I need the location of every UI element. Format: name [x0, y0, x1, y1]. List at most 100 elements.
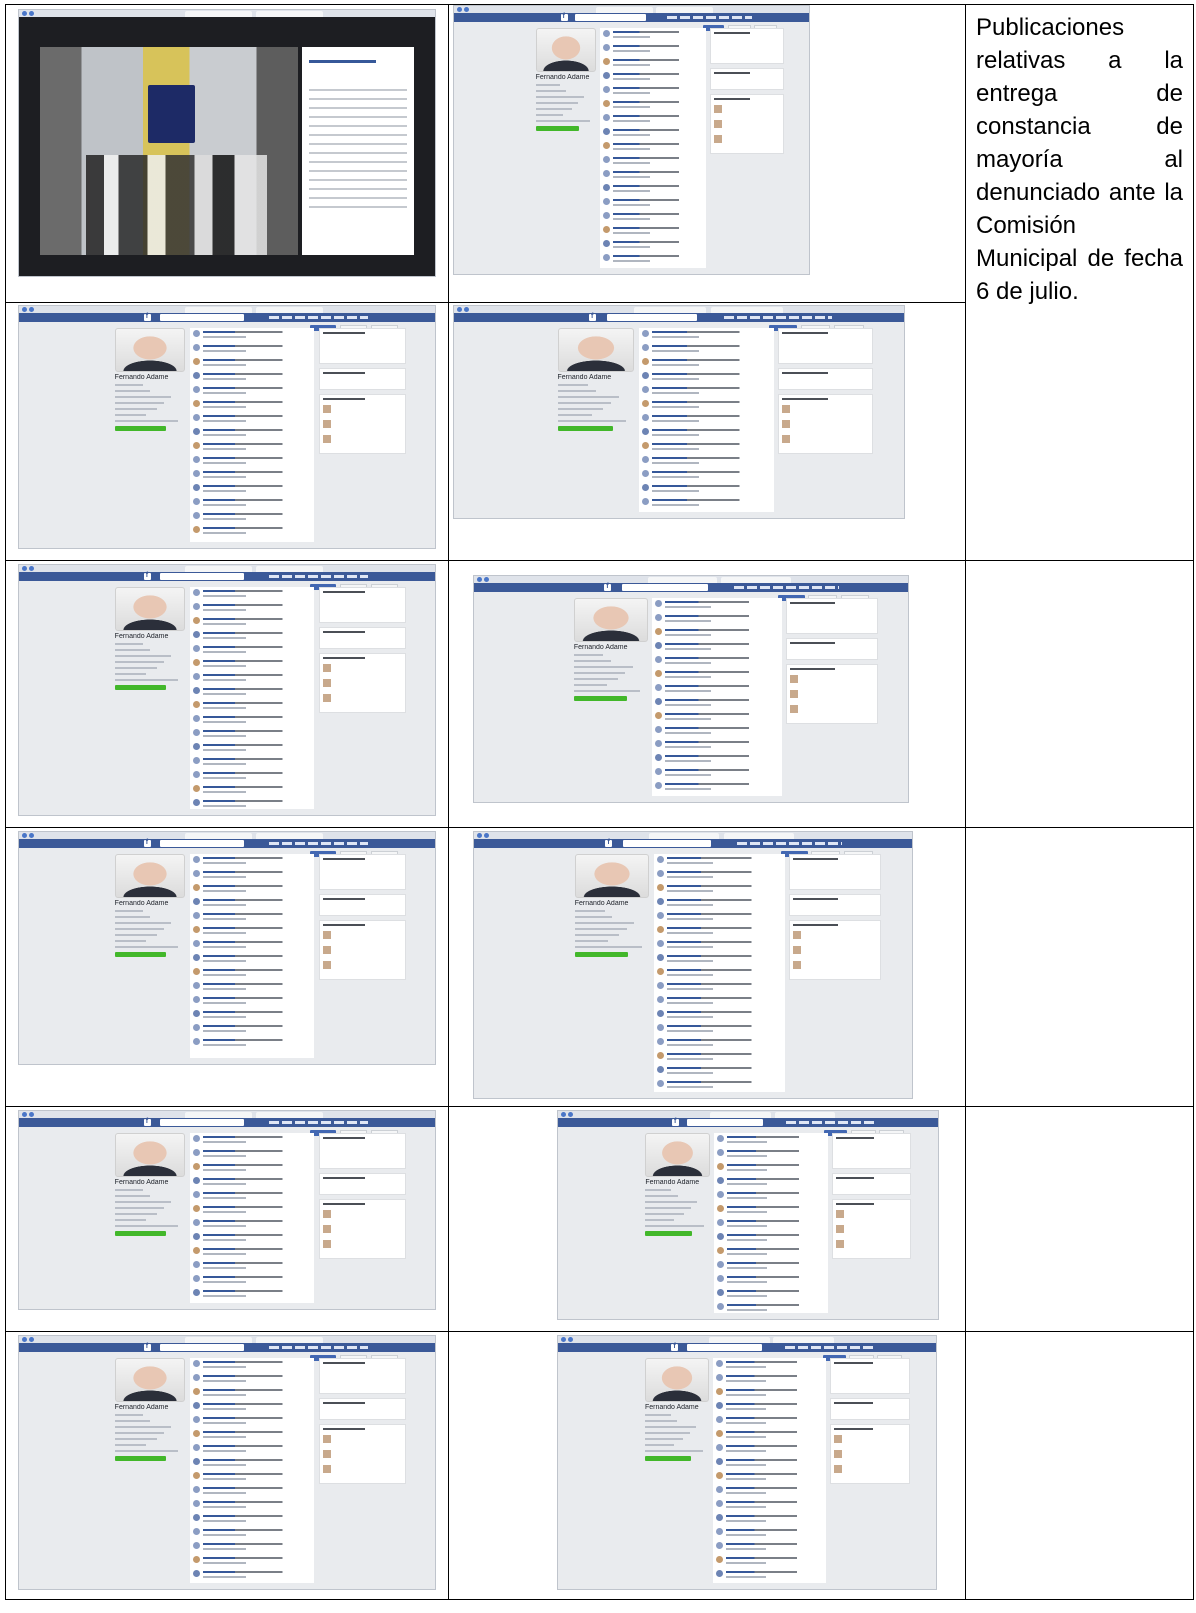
avatar — [114, 1358, 186, 1402]
topbar-nav — [268, 1121, 369, 1124]
facebook-topbar — [454, 313, 904, 322]
comment-row — [190, 797, 315, 809]
comment-row — [190, 896, 315, 910]
browser-chrome — [19, 10, 435, 17]
comment-row — [190, 1358, 315, 1372]
comment-row — [190, 454, 315, 468]
comment-row — [190, 398, 315, 412]
facebook-logo-icon — [143, 839, 151, 847]
profile-name: Fernando Adame — [535, 74, 590, 81]
comment-row — [190, 980, 315, 994]
profile-column: Fernando Adame — [644, 1358, 710, 1461]
empty-cell — [965, 827, 1194, 1107]
comment-row — [652, 710, 782, 724]
info-column — [830, 1358, 910, 1583]
facebook-screenshot — [18, 9, 436, 277]
forward-icon — [568, 1112, 573, 1117]
caption-cell: Publicaciones relativas a la entrega de … — [965, 4, 1194, 561]
screenshot-cell: Fernando Adame — [448, 4, 966, 303]
comment-row — [639, 468, 774, 482]
avatar — [574, 854, 650, 898]
comment-row — [713, 1414, 826, 1428]
comment-row — [600, 196, 707, 210]
comment-row — [190, 854, 315, 868]
comment-row — [652, 668, 782, 682]
comment-row — [600, 28, 707, 42]
back-icon — [477, 833, 482, 838]
comment-row — [639, 342, 774, 356]
facebook-logo-icon — [672, 1118, 679, 1126]
comment-row — [190, 412, 315, 426]
comment-row — [190, 1022, 315, 1036]
comment-row — [190, 384, 315, 398]
comment-row — [600, 210, 707, 224]
page-nav — [573, 654, 648, 692]
browser-chrome — [19, 1336, 435, 1343]
create-page-button — [114, 1456, 166, 1461]
profile-name: Fernando Adame — [644, 1404, 699, 1411]
forward-icon — [29, 11, 34, 16]
comment-row — [713, 1470, 826, 1484]
page-nav — [557, 384, 635, 422]
comment-row — [190, 657, 315, 671]
search-input — [687, 1119, 764, 1126]
comment-row — [639, 412, 774, 426]
browser-chrome — [19, 306, 435, 313]
comment-row — [714, 1217, 828, 1231]
comment-row — [652, 696, 782, 710]
comment-row — [652, 682, 782, 696]
browser-chrome — [558, 1336, 936, 1343]
comment-row — [190, 1036, 315, 1050]
comment-row — [190, 868, 315, 882]
forward-icon — [29, 1337, 34, 1342]
comment-row — [600, 182, 707, 196]
screenshot-cell: Fernando Adame — [5, 560, 449, 828]
search-input — [607, 314, 697, 321]
comment-row — [190, 1008, 315, 1022]
back-icon — [561, 1112, 566, 1117]
comment-row — [190, 1372, 315, 1386]
facebook-logo-icon — [143, 313, 151, 321]
back-icon — [477, 577, 482, 582]
info-column — [709, 28, 785, 268]
comment-row — [190, 741, 315, 755]
screenshot-cell: Fernando Adame — [5, 1331, 449, 1600]
comment-row — [713, 1526, 826, 1540]
comment-row — [600, 140, 707, 154]
facebook-topbar — [19, 572, 435, 581]
comment-row — [652, 766, 782, 780]
comment-row — [654, 1008, 785, 1022]
comment-row — [190, 727, 315, 741]
search-input — [160, 314, 244, 321]
back-icon — [22, 566, 27, 571]
forward-icon — [484, 577, 489, 582]
comment-row — [190, 1273, 315, 1287]
avatar — [114, 854, 186, 898]
comment-row — [600, 126, 707, 140]
profile-column: Fernando Adame — [645, 1133, 710, 1236]
comment-row — [654, 924, 785, 938]
comment-row — [190, 713, 315, 727]
comment-row — [654, 882, 785, 896]
facebook-screenshot: Fernando Adame — [18, 1110, 436, 1310]
comment-row — [654, 994, 785, 1008]
page-nav — [574, 910, 649, 948]
info-column — [778, 328, 873, 512]
comments-list — [599, 28, 707, 268]
info-column — [318, 328, 406, 542]
search-input — [574, 14, 646, 21]
screenshot-cell: Fernando Adame — [448, 560, 966, 828]
comment-row — [190, 1231, 315, 1245]
browser-chrome — [19, 1111, 435, 1118]
info-column — [318, 854, 406, 1058]
comment-row — [654, 1064, 785, 1078]
comment-row — [190, 783, 315, 797]
comment-row — [190, 1498, 315, 1512]
topbar-nav — [734, 586, 839, 589]
comment-row — [190, 1526, 315, 1540]
screenshot-cell: Fernando Adame — [5, 1106, 449, 1332]
screenshot-cell — [5, 4, 449, 303]
create-page-button — [574, 952, 629, 957]
facebook-logo-icon — [604, 583, 612, 591]
screenshot-cell: Fernando Adame — [448, 302, 966, 561]
